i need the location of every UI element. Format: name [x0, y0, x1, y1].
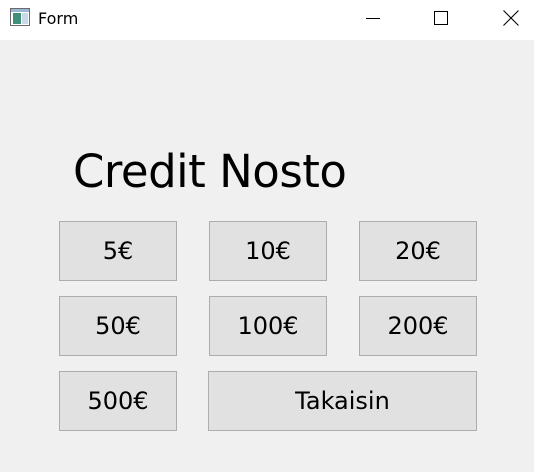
- page-title: Credit Nosto: [73, 145, 347, 198]
- amount-100-button[interactable]: 100€: [209, 296, 327, 356]
- amount-10-button[interactable]: 10€: [209, 221, 327, 281]
- amount-200-button[interactable]: 200€: [359, 296, 477, 356]
- minimize-button[interactable]: [350, 0, 396, 36]
- maximize-button[interactable]: [418, 0, 464, 36]
- amount-5-button[interactable]: 5€: [59, 221, 177, 281]
- back-button[interactable]: Takaisin: [208, 371, 477, 431]
- window-title: Form: [38, 9, 79, 28]
- title-bar[interactable]: Form: [0, 0, 534, 40]
- amount-20-button[interactable]: 20€: [359, 221, 477, 281]
- amount-500-button[interactable]: 500€: [59, 371, 177, 431]
- amount-50-button[interactable]: 50€: [59, 296, 177, 356]
- minimize-icon: [366, 18, 380, 19]
- close-button[interactable]: [488, 0, 534, 36]
- app-window-icon: [10, 8, 30, 26]
- app-window: Form Credit Nosto 5€ 10€ 20€ 50€ 100€ 20…: [0, 0, 534, 472]
- maximize-icon: [434, 11, 448, 25]
- close-icon: [503, 10, 519, 26]
